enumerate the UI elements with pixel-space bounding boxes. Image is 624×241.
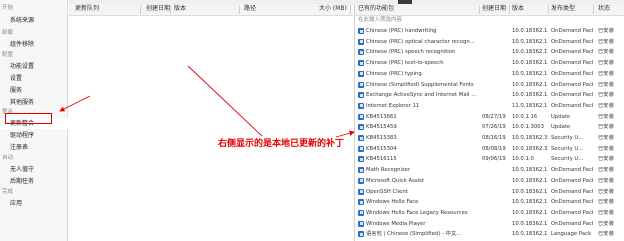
arrow-to-sidebar bbox=[59, 95, 91, 112]
annotation-line bbox=[187, 65, 263, 137]
annotation-text: 右侧显示的是本地已更新的补丁 bbox=[218, 139, 345, 149]
annotation-arrows bbox=[59, 65, 355, 138]
